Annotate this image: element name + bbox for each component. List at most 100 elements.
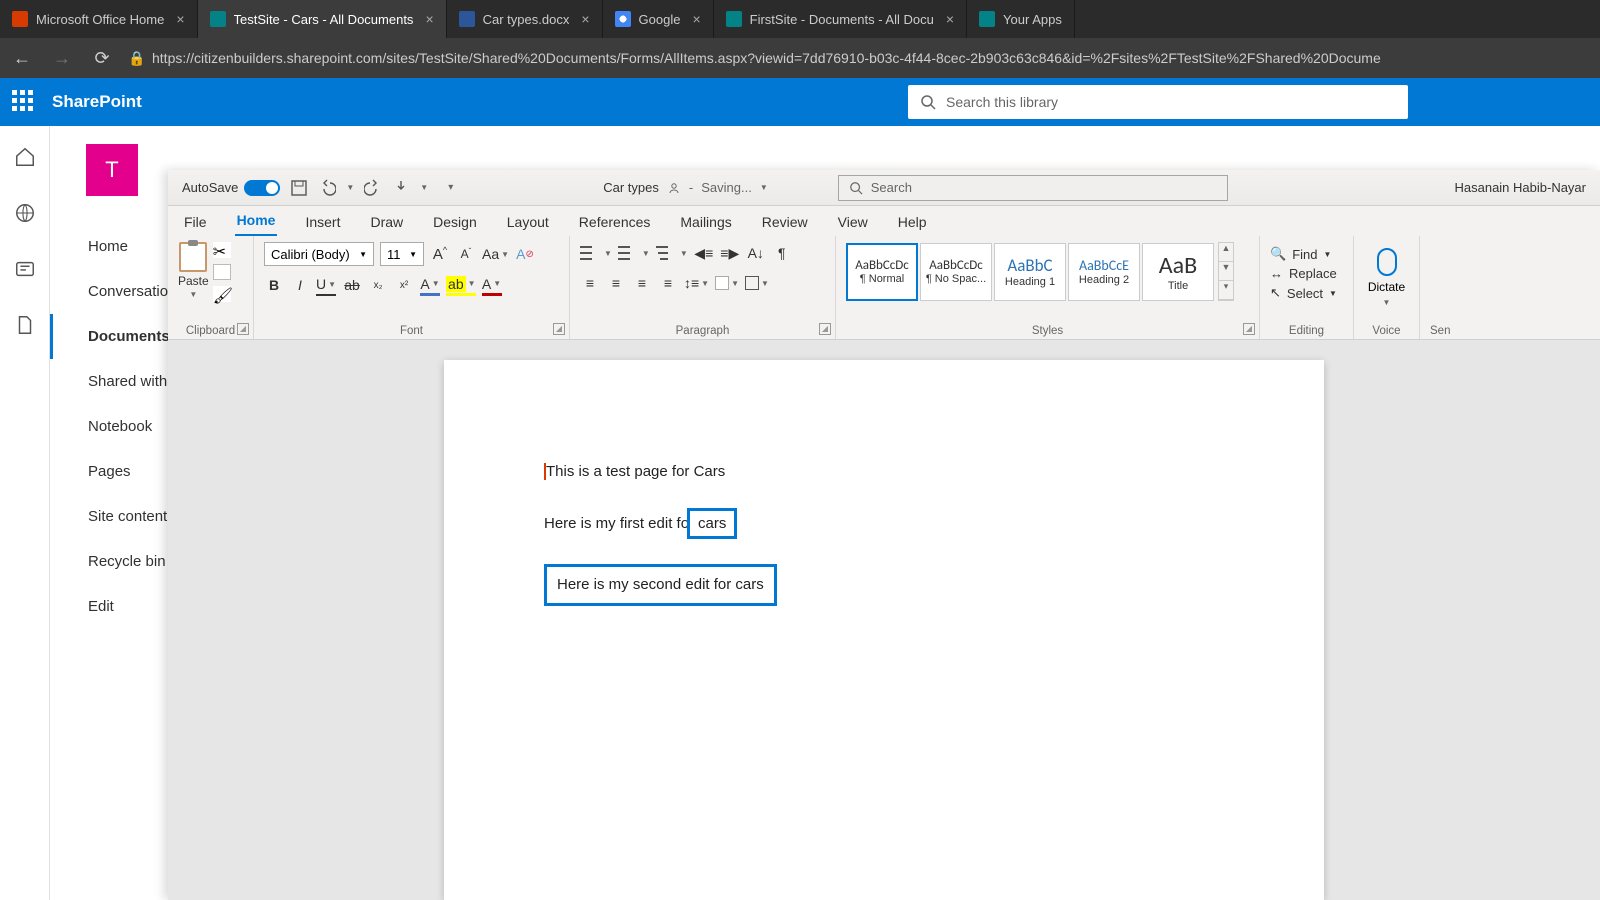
browser-tab[interactable]: Microsoft Office Home × — [0, 0, 198, 38]
underline-button[interactable]: U▼ — [316, 274, 336, 296]
nav-documents[interactable]: Documents — [50, 314, 168, 359]
forward-button[interactable]: → — [48, 48, 76, 69]
undo-icon[interactable] — [318, 179, 336, 197]
tab-layout[interactable]: Layout — [505, 208, 551, 236]
style-heading-2[interactable]: AaBbCcE Heading 2 — [1068, 243, 1140, 301]
tab-review[interactable]: Review — [760, 208, 810, 236]
home-icon[interactable] — [14, 146, 36, 168]
paste-button[interactable]: Paste ▼ — [178, 242, 209, 299]
product-name[interactable]: SharePoint — [52, 92, 142, 112]
font-color-icon[interactable]: A▼ — [482, 274, 502, 296]
sort-icon[interactable]: A↓ — [746, 242, 766, 264]
shrink-font-icon[interactable]: Aˇ — [456, 243, 476, 265]
style-normal[interactable]: AaBbCcDc ¶ Normal — [846, 243, 918, 301]
show-marks-icon[interactable]: ¶ — [772, 242, 792, 264]
tab-close-icon[interactable]: × — [692, 11, 700, 27]
align-right-icon[interactable]: ≡ — [632, 272, 652, 294]
subscript-button[interactable]: x — [368, 274, 388, 296]
superscript-button[interactable]: x — [394, 274, 414, 296]
numbering-icon[interactable]: ▼ — [618, 242, 650, 264]
font-size-selector[interactable]: 11▼ — [380, 242, 424, 266]
browser-tab[interactable]: Google × — [603, 0, 714, 38]
doc-line-2[interactable]: Here is my first edit focars — [544, 512, 1224, 536]
dialog-launcher-icon[interactable]: ◢ — [553, 323, 565, 335]
italic-button[interactable]: I — [290, 274, 310, 296]
doc-dropdown-icon[interactable]: ▼ — [760, 183, 768, 192]
browser-tab[interactable]: TestSite - Cars - All Documents × — [198, 0, 447, 38]
app-launcher-icon[interactable] — [12, 90, 36, 114]
style-title[interactable]: AaB Title — [1142, 243, 1214, 301]
save-icon[interactable] — [290, 179, 308, 197]
line-spacing-icon[interactable]: ↕≡▼ — [684, 272, 709, 294]
format-painter-icon[interactable]: 🖌 — [213, 286, 231, 302]
replace-button[interactable]: ↔Replace — [1270, 266, 1343, 281]
align-left-icon[interactable]: ≡ — [580, 272, 600, 294]
copy-icon[interactable] — [213, 264, 231, 280]
user-name[interactable]: Hasanain Habib-Nayar — [1454, 180, 1586, 195]
files-icon[interactable] — [14, 314, 36, 336]
news-icon[interactable] — [14, 258, 36, 280]
back-button[interactable]: ← — [8, 48, 36, 69]
tab-home[interactable]: Home — [235, 206, 278, 236]
align-center-icon[interactable]: ≡ — [606, 272, 626, 294]
reload-button[interactable]: ⟳ — [88, 48, 116, 69]
site-logo[interactable]: T — [86, 144, 138, 196]
tab-close-icon[interactable]: × — [176, 11, 184, 27]
tab-help[interactable]: Help — [896, 208, 929, 236]
increase-indent-icon[interactable]: ≡▶ — [720, 242, 740, 264]
tab-close-icon[interactable]: × — [425, 11, 433, 27]
styles-scroll[interactable]: ▲▼▾ — [1218, 242, 1234, 301]
qat-customize-icon[interactable]: ▾ — [448, 182, 453, 193]
bold-button[interactable]: B — [264, 274, 284, 296]
nav-site-contents[interactable]: Site content — [50, 494, 168, 539]
cut-icon[interactable]: ✂ — [213, 242, 231, 258]
dialog-launcher-icon[interactable]: ◢ — [1243, 323, 1255, 335]
highlight-color-icon[interactable]: ab▼ — [446, 274, 476, 296]
document-name-area[interactable]: Car types - Saving... ▼ — [603, 180, 768, 195]
autosave-toggle[interactable]: AutoSave — [182, 180, 280, 196]
tab-mailings[interactable]: Mailings — [678, 208, 733, 236]
address-bar[interactable]: 🔒 https://citizenbuilders.sharepoint.com… — [128, 50, 1592, 67]
document-page[interactable]: This is a test page for Cars Here is my … — [444, 360, 1324, 900]
find-button[interactable]: 🔍Find▼ — [1270, 246, 1343, 262]
globe-icon[interactable] — [14, 202, 36, 224]
clear-formatting-icon[interactable]: A⊘ — [515, 243, 535, 265]
tab-design[interactable]: Design — [431, 208, 479, 236]
nav-notebook[interactable]: Notebook — [50, 404, 168, 449]
strikethrough-button[interactable]: ab — [342, 274, 362, 296]
word-search-box[interactable]: Search — [838, 175, 1228, 201]
nav-pages[interactable]: Pages — [50, 449, 168, 494]
change-case-icon[interactable]: Aa▼ — [482, 243, 509, 265]
browser-tab[interactable]: Car types.docx × — [447, 0, 603, 38]
qat-dropdown-icon[interactable]: ▼ — [420, 183, 428, 192]
toggle-switch-icon[interactable] — [244, 180, 280, 196]
nav-edit[interactable]: Edit — [50, 584, 168, 629]
style-heading-1[interactable]: AaBbC Heading 1 — [994, 243, 1066, 301]
browser-tab[interactable]: Your Apps — [967, 0, 1075, 38]
document-canvas[interactable]: This is a test page for Cars Here is my … — [168, 340, 1600, 900]
tab-draw[interactable]: Draw — [368, 208, 405, 236]
redo-icon[interactable] — [364, 179, 382, 197]
grow-font-icon[interactable]: A^ — [430, 243, 450, 265]
undo-dropdown-icon[interactable]: ▼ — [346, 183, 354, 192]
tab-view[interactable]: View — [836, 208, 870, 236]
styles-gallery[interactable]: AaBbCcDc ¶ Normal AaBbCcDc ¶ No Spac... … — [846, 242, 1249, 301]
tab-insert[interactable]: Insert — [303, 208, 342, 236]
dialog-launcher-icon[interactable]: ◢ — [819, 323, 831, 335]
tracked-change-box[interactable]: cars — [687, 508, 737, 539]
sharepoint-search-box[interactable]: Search this library — [908, 85, 1408, 119]
nav-home[interactable]: Home — [50, 224, 168, 269]
tab-close-icon[interactable]: × — [946, 11, 954, 27]
decrease-indent-icon[interactable]: ◀≡ — [694, 242, 714, 264]
tab-file[interactable]: File — [182, 208, 209, 236]
bullets-icon[interactable]: ▼ — [580, 242, 612, 264]
borders-icon[interactable]: ▼ — [745, 272, 769, 294]
justify-icon[interactable]: ≡ — [658, 272, 678, 294]
nav-shared[interactable]: Shared with — [50, 359, 168, 404]
style-no-spacing[interactable]: AaBbCcDc ¶ No Spac... — [920, 243, 992, 301]
browser-tab[interactable]: FirstSite - Documents - All Docu × — [714, 0, 967, 38]
select-button[interactable]: ↖Select▼ — [1270, 285, 1343, 301]
text-effects-icon[interactable]: A▼ — [420, 274, 440, 296]
multilevel-list-icon[interactable]: ▼ — [656, 242, 688, 264]
font-name-selector[interactable]: Calibri (Body)▼ — [264, 242, 374, 266]
